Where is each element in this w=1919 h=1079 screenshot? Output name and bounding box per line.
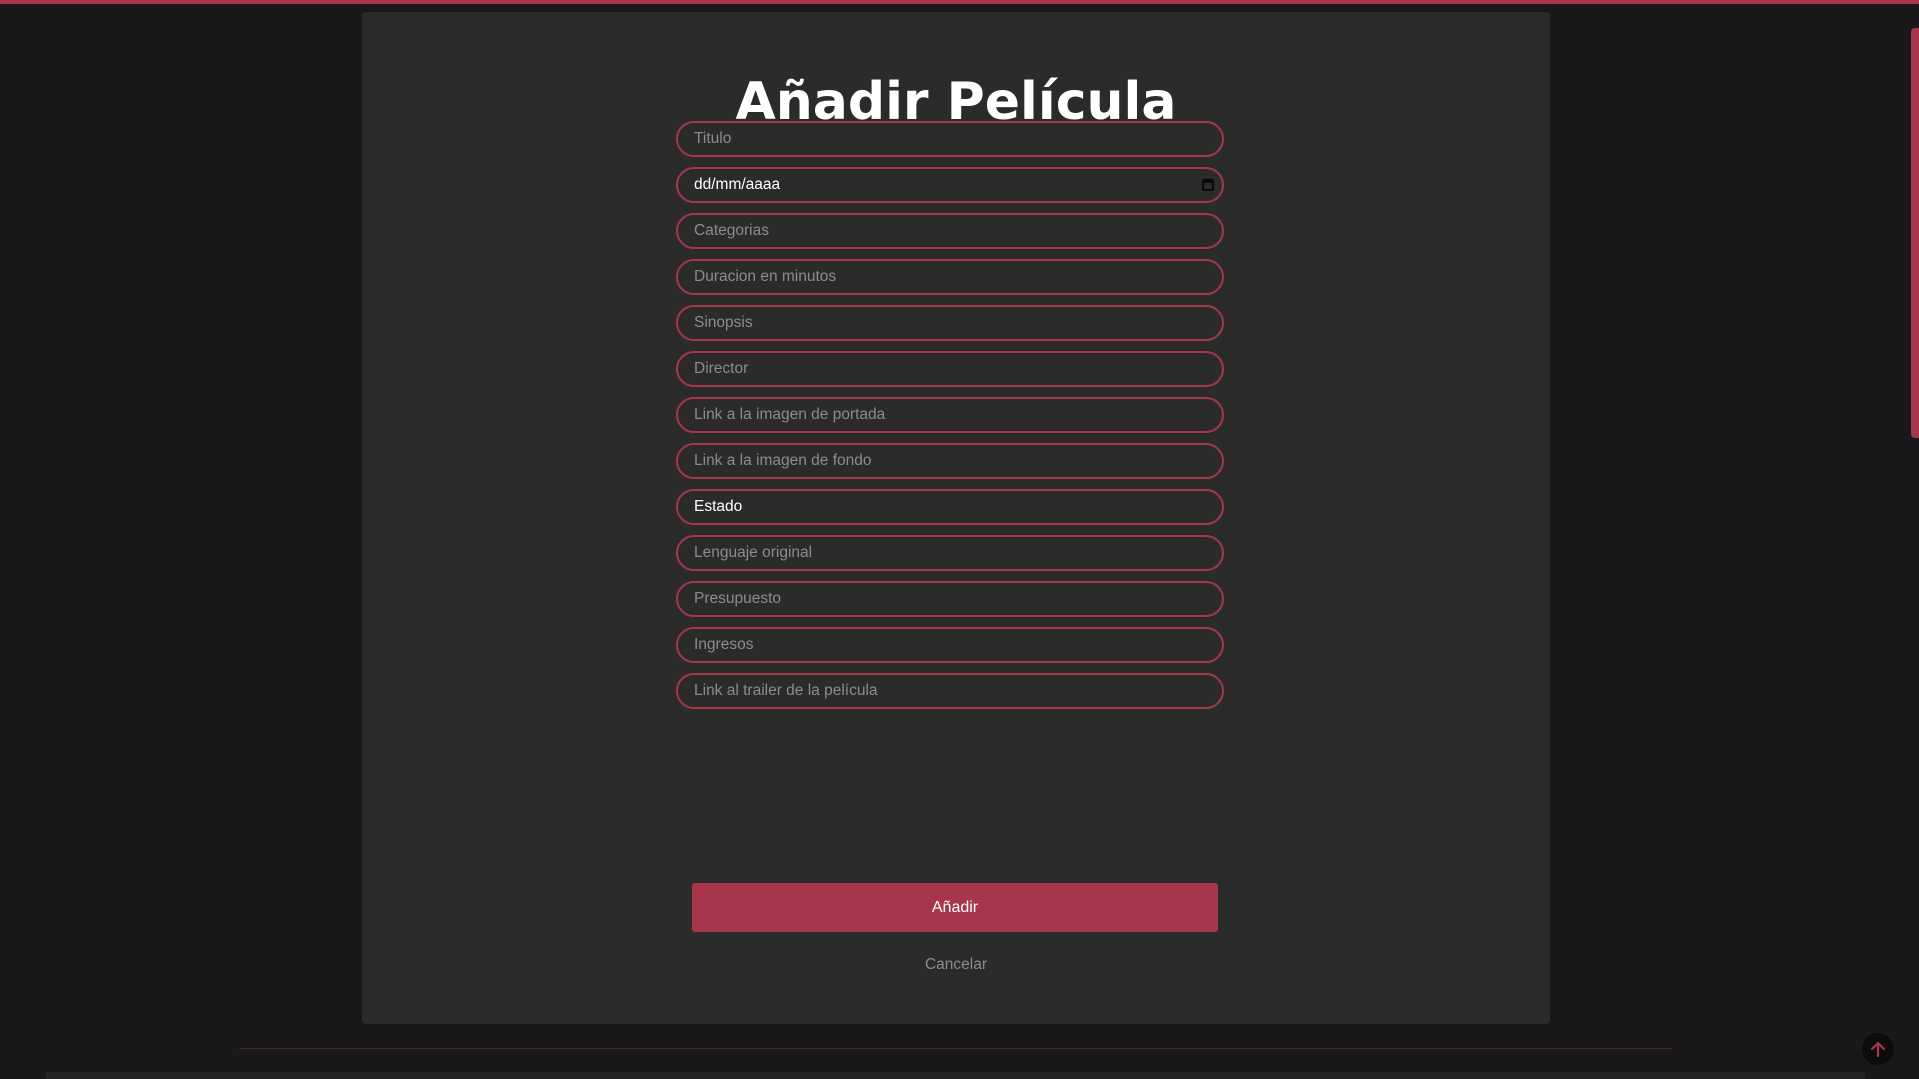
categories-placeholder: Categorias bbox=[694, 222, 769, 239]
original-language-input[interactable]: Lenguaje original bbox=[676, 535, 1224, 571]
background-image-link-input[interactable]: Link a la imagen de fondo bbox=[676, 443, 1224, 479]
release-date-value: dd/mm/aaaa bbox=[694, 176, 781, 193]
budget-placeholder: Presupuesto bbox=[694, 590, 782, 607]
cover-image-link-placeholder: Link a la imagen de portada bbox=[694, 406, 886, 423]
back-to-top-button[interactable] bbox=[1862, 1033, 1894, 1065]
add-movie-card: Añadir Película Titulo dd/mm/aaaa Catego… bbox=[362, 12, 1550, 1024]
budget-input[interactable]: Presupuesto bbox=[676, 581, 1224, 617]
revenue-input[interactable]: Ingresos bbox=[676, 627, 1224, 663]
cancel-link-label[interactable]: Cancelar bbox=[925, 956, 987, 973]
duration-input[interactable]: Duracion en minutos bbox=[676, 259, 1224, 295]
footer bbox=[46, 1072, 1865, 1079]
top-accent-line bbox=[0, 0, 1919, 4]
director-input[interactable]: Director bbox=[676, 351, 1224, 387]
footer-divider bbox=[239, 1048, 1672, 1049]
revenue-placeholder: Ingresos bbox=[694, 636, 754, 653]
calendar-icon[interactable] bbox=[1202, 179, 1214, 191]
duration-placeholder: Duracion en minutos bbox=[694, 268, 837, 285]
synopsis-placeholder: Sinopsis bbox=[694, 314, 753, 331]
synopsis-input[interactable]: Sinopsis bbox=[676, 305, 1224, 341]
status-select-value: Estado bbox=[694, 498, 743, 515]
release-date-input[interactable]: dd/mm/aaaa bbox=[676, 167, 1224, 203]
director-placeholder: Director bbox=[694, 360, 749, 377]
trailer-link-input[interactable]: Link al trailer de la película bbox=[676, 673, 1224, 709]
status-select[interactable]: Estado bbox=[676, 489, 1224, 525]
background-image-link-placeholder: Link a la imagen de fondo bbox=[694, 452, 872, 469]
add-movie-button[interactable]: Añadir bbox=[692, 883, 1218, 932]
categories-input[interactable]: Categorias bbox=[676, 213, 1224, 249]
arrow-up-icon bbox=[1870, 1041, 1886, 1058]
cancel-link: Cancelar bbox=[362, 956, 1550, 974]
title-placeholder: Titulo bbox=[694, 130, 732, 147]
cover-image-link-input[interactable]: Link a la imagen de portada bbox=[676, 397, 1224, 433]
scrollbar-thumb[interactable] bbox=[1911, 28, 1919, 438]
trailer-link-placeholder: Link al trailer de la película bbox=[694, 682, 878, 699]
original-language-placeholder: Lenguaje original bbox=[694, 544, 813, 561]
title-input[interactable]: Titulo bbox=[676, 121, 1224, 157]
